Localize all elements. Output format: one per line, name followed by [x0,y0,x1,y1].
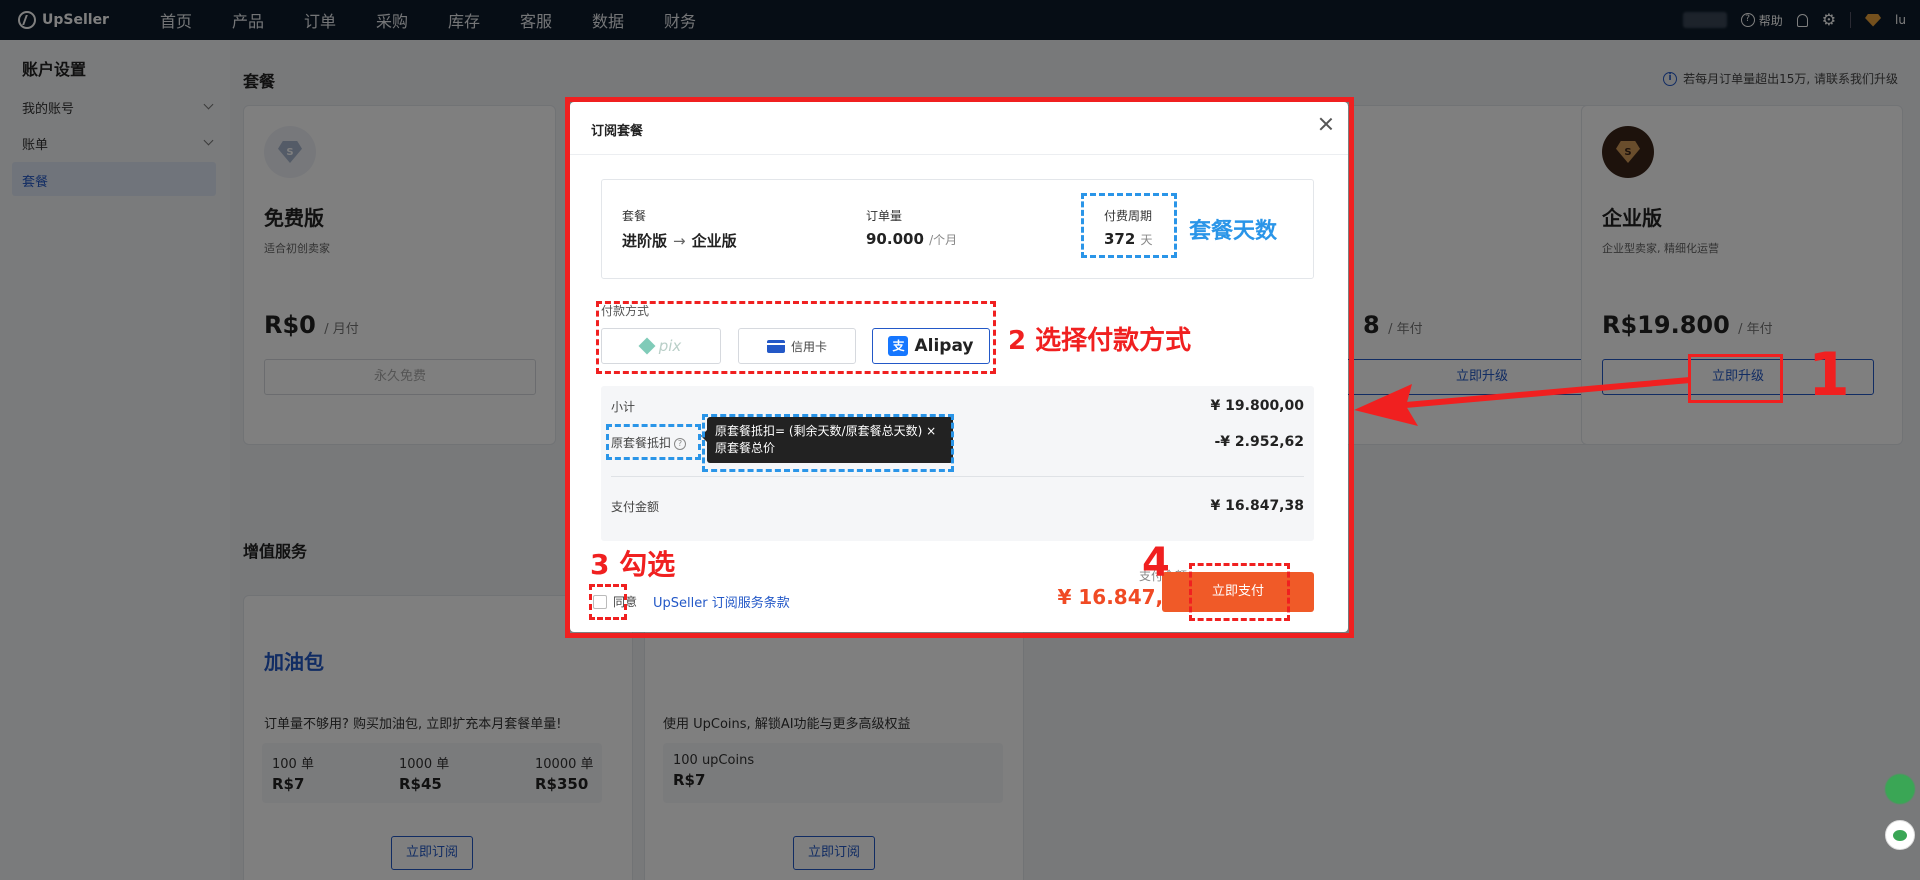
arrow-shaft [1393,377,1691,409]
annotation-days: 套餐天数 [1189,219,1278,244]
upgrade-button-highlight [1688,354,1783,403]
tooltip-highlight [702,414,954,472]
period-highlight [1081,193,1177,258]
wechat-icon [1893,829,1907,841]
checkbox-highlight [589,584,627,620]
wechat-contact-button[interactable] [1885,820,1915,850]
annotation-step-3: 3 勾选 [590,548,676,581]
floating-chat-icon[interactable] [1885,774,1915,804]
annotation-step-4: 4 [1142,540,1170,586]
payment-method-highlight [596,301,996,374]
deduction-label-highlight [606,424,701,460]
annotation-arrow [1354,377,1691,426]
annotation-step-2: 2 选择付款方式 [1008,326,1192,356]
pay-button-highlight [1189,563,1290,621]
annotation-step-1: 1 [1808,340,1850,410]
